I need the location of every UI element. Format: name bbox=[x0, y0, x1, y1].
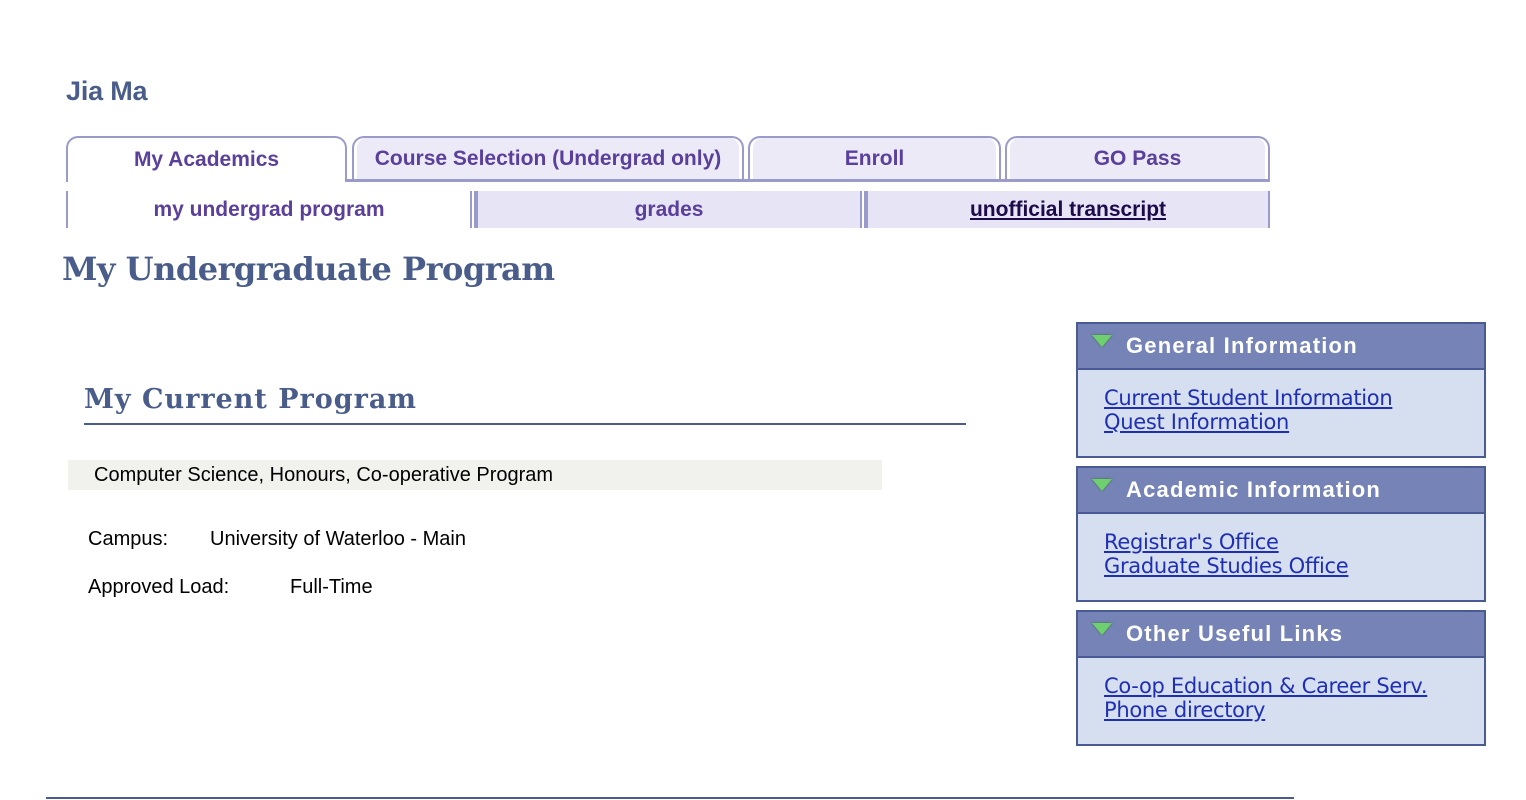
triangle-down-icon bbox=[1092, 335, 1112, 347]
program-name-row: Computer Science, Honours, Co-operative … bbox=[68, 460, 882, 490]
page-title: My Undergraduate Program bbox=[62, 250, 555, 288]
triangle-down-icon bbox=[1092, 479, 1112, 491]
panel-body: Registrar's Office Graduate Studies Offi… bbox=[1078, 514, 1484, 578]
panel-header-academic-information[interactable]: Academic Information bbox=[1078, 468, 1484, 514]
link-phone-directory[interactable]: Phone directory bbox=[1104, 698, 1484, 722]
program-name: Computer Science, Honours, Co-operative … bbox=[94, 463, 554, 486]
approved-load-label: Approved Load: bbox=[88, 576, 230, 598]
approved-load-value: Full-Time bbox=[290, 576, 373, 598]
panel-title: Other Useful Links bbox=[1126, 621, 1344, 646]
panel-body: Co-op Education & Career Serv. Phone dir… bbox=[1078, 658, 1484, 722]
panel-academic-information: Academic Information Registrar's Office … bbox=[1076, 466, 1486, 602]
footer-divider bbox=[46, 797, 1294, 799]
panel-general-information: General Information Current Student Info… bbox=[1076, 322, 1486, 458]
campus-value: University of Waterloo - Main bbox=[210, 528, 466, 550]
section-title-current-program: My Current Program bbox=[84, 384, 417, 415]
tab-enroll[interactable]: Enroll bbox=[748, 136, 1001, 180]
user-name: Jia Ma bbox=[66, 76, 148, 106]
panel-title: Academic Information bbox=[1126, 477, 1382, 502]
link-quest-information[interactable]: Quest Information bbox=[1104, 410, 1484, 434]
tab-bar-underline bbox=[347, 179, 1270, 182]
panel-other-useful-links: Other Useful Links Co-op Education & Car… bbox=[1076, 610, 1486, 746]
subtab-my-undergrad-program[interactable]: my undergrad program bbox=[66, 191, 470, 228]
tab-my-academics[interactable]: My Academics bbox=[66, 136, 347, 182]
link-graduate-studies-office[interactable]: Graduate Studies Office bbox=[1104, 554, 1484, 578]
link-registrars-office[interactable]: Registrar's Office bbox=[1104, 530, 1484, 554]
tab-course-selection[interactable]: Course Selection (Undergrad only) bbox=[352, 136, 744, 180]
panel-header-other-useful-links[interactable]: Other Useful Links bbox=[1078, 612, 1484, 658]
subtab-unofficial-transcript[interactable]: unofficial transcript bbox=[866, 191, 1270, 228]
panel-body: Current Student Information Quest Inform… bbox=[1078, 370, 1484, 434]
panel-title: General Information bbox=[1126, 333, 1358, 358]
tab-go-pass[interactable]: GO Pass bbox=[1005, 136, 1270, 180]
section-divider bbox=[84, 423, 966, 425]
panel-header-general-information[interactable]: General Information bbox=[1078, 324, 1484, 370]
subtab-grades[interactable]: grades bbox=[476, 191, 860, 228]
link-current-student-information[interactable]: Current Student Information bbox=[1104, 386, 1484, 410]
campus-label: Campus: bbox=[88, 528, 169, 550]
link-coop-education[interactable]: Co-op Education & Career Serv. bbox=[1104, 674, 1484, 698]
triangle-down-icon bbox=[1092, 623, 1112, 635]
